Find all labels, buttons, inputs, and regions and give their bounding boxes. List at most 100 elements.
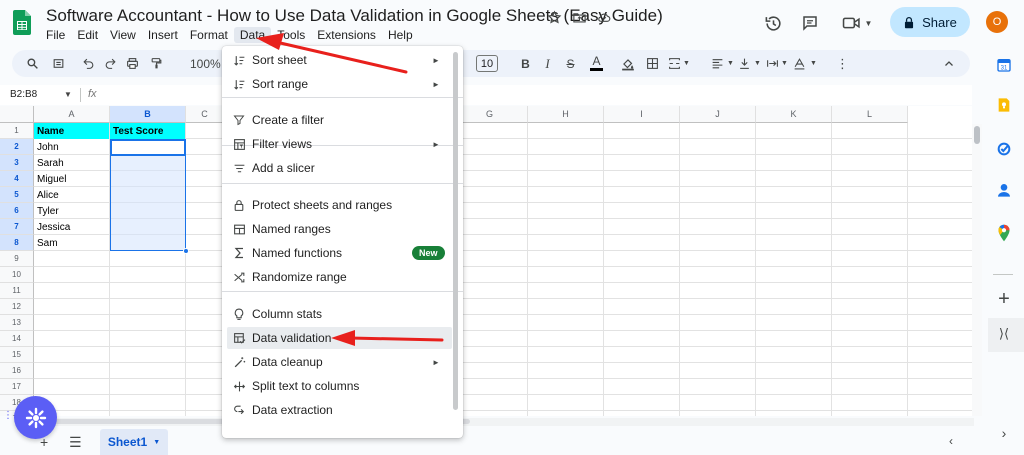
- menu-item-protect-sheets-and-ranges[interactable]: Protect sheets and ranges: [222, 194, 463, 216]
- merge-chevron-icon[interactable]: ▼: [678, 55, 695, 72]
- menu-item-add-a-slicer[interactable]: Add a slicer: [222, 157, 463, 179]
- comments-icon[interactable]: [799, 8, 821, 38]
- row-header-17[interactable]: 17: [0, 379, 34, 395]
- zoom-select[interactable]: 100%: [190, 57, 221, 71]
- italic-icon[interactable]: I: [539, 55, 556, 72]
- menu-item-sort-range[interactable]: Sort range ►: [222, 73, 463, 95]
- text-color-icon[interactable]: A: [588, 55, 605, 72]
- menus-icon[interactable]: [50, 55, 67, 72]
- menu-tools[interactable]: Tools: [271, 27, 311, 43]
- row-header-16[interactable]: 16: [0, 363, 34, 379]
- row-header-1[interactable]: 1: [0, 123, 34, 139]
- menu-item-column-stats[interactable]: Column stats: [222, 303, 463, 325]
- all-sheets-icon[interactable]: ☰: [69, 434, 82, 451]
- share-button[interactable]: Share: [890, 7, 970, 37]
- name-cell[interactable]: Alice: [34, 187, 109, 203]
- paint-format-icon[interactable]: [148, 55, 165, 72]
- borders-icon[interactable]: [644, 55, 661, 72]
- maps-icon[interactable]: [996, 224, 1012, 242]
- name-cell[interactable]: John: [34, 139, 109, 155]
- menu-item-sort-sheet[interactable]: Sort sheet ►: [222, 49, 463, 71]
- sheets-logo-icon[interactable]: [13, 10, 31, 35]
- column-header-h[interactable]: H: [528, 106, 604, 123]
- column-header-a[interactable]: A: [34, 106, 110, 123]
- row-header-10[interactable]: 10: [0, 267, 34, 283]
- menu-file[interactable]: File: [40, 27, 71, 43]
- menu-format[interactable]: Format: [184, 27, 234, 43]
- vertical-scroll-thumb[interactable]: [974, 126, 980, 144]
- history-icon[interactable]: [762, 8, 784, 38]
- font-size-input[interactable]: 10: [476, 55, 498, 72]
- row-header-6[interactable]: 6: [0, 203, 34, 219]
- row-header-8[interactable]: 8: [0, 235, 34, 251]
- bold-icon[interactable]: B: [517, 55, 534, 72]
- add-addon-icon[interactable]: +: [996, 288, 1012, 310]
- name-box-chevron-icon[interactable]: ▼: [64, 90, 72, 99]
- print-icon[interactable]: [124, 55, 141, 72]
- row-header-11[interactable]: 11: [0, 283, 34, 299]
- column-header-b[interactable]: B: [110, 106, 186, 123]
- more-options-icon[interactable]: ⋮: [834, 55, 851, 72]
- keep-icon[interactable]: [996, 97, 1012, 113]
- menu-insert[interactable]: Insert: [142, 27, 184, 43]
- meet-icon[interactable]: ▼: [838, 8, 876, 38]
- active-cell[interactable]: [110, 139, 186, 156]
- column-header-c[interactable]: C: [186, 106, 224, 123]
- row-header-12[interactable]: 12: [0, 299, 34, 315]
- row-header-13[interactable]: 13: [0, 315, 34, 331]
- assistant-fab-button[interactable]: [14, 396, 57, 439]
- menu-item-data-cleanup[interactable]: Data cleanup ►: [222, 351, 463, 373]
- search-icon[interactable]: [24, 55, 41, 72]
- cloud-status-icon[interactable]: [596, 9, 612, 25]
- row-header-3[interactable]: 3: [0, 155, 34, 171]
- row-header-9[interactable]: 9: [0, 251, 34, 267]
- calendar-icon[interactable]: 31: [996, 57, 1012, 73]
- menu-view[interactable]: View: [104, 27, 142, 43]
- column-header-k[interactable]: K: [756, 106, 832, 123]
- sheet-tab[interactable]: Sheet1 ▼: [100, 429, 168, 455]
- star-icon[interactable]: [546, 9, 562, 25]
- column-header-g[interactable]: G: [452, 106, 528, 123]
- name-cell[interactable]: Miguel: [34, 171, 109, 187]
- name-cell[interactable]: Sarah: [34, 155, 109, 171]
- row-header-5[interactable]: 5: [0, 187, 34, 203]
- name-cell[interactable]: Jessica: [34, 219, 109, 235]
- row-header-2[interactable]: 2: [0, 139, 34, 155]
- header-cell[interactable]: Name: [34, 123, 109, 139]
- collapse-toolbar-icon[interactable]: [940, 55, 957, 72]
- avatar[interactable]: O: [986, 11, 1008, 33]
- expand-panel-icon[interactable]: ›: [996, 425, 1012, 441]
- row-header-7[interactable]: 7: [0, 219, 34, 235]
- column-header-l[interactable]: L: [832, 106, 908, 123]
- menu-item-named-ranges[interactable]: Named ranges: [222, 218, 463, 240]
- rotation-chevron-icon[interactable]: ▼: [805, 55, 822, 72]
- tasks-icon[interactable]: [996, 141, 1012, 157]
- strikethrough-icon[interactable]: S: [562, 55, 579, 72]
- menu-item-data-extraction[interactable]: Data extraction: [222, 399, 463, 421]
- menu-data[interactable]: Data: [233, 27, 272, 43]
- menu-item-create-a-filter[interactable]: Create a filter: [222, 109, 463, 131]
- name-cell[interactable]: Sam: [34, 235, 109, 251]
- undo-icon[interactable]: [80, 55, 97, 72]
- menu-item-randomize-range[interactable]: Randomize range: [222, 266, 463, 288]
- header-cell[interactable]: Test Score: [110, 123, 185, 139]
- menu-extensions[interactable]: Extensions: [311, 27, 382, 43]
- fill-handle[interactable]: [183, 248, 189, 254]
- column-header-i[interactable]: I: [604, 106, 680, 123]
- spreadsheet-grid[interactable]: ABCDEFGHIJKL1234567891011121314151617181…: [0, 106, 972, 416]
- menu-item-split-text-to-columns[interactable]: Split text to columns: [222, 375, 463, 397]
- row-header-4[interactable]: 4: [0, 171, 34, 187]
- row-header-14[interactable]: 14: [0, 331, 34, 347]
- sheet-tab-chevron-icon[interactable]: ▼: [153, 439, 160, 446]
- menu-scrollbar[interactable]: [453, 52, 458, 410]
- menu-item-named-functions[interactable]: Named functions New: [222, 242, 463, 264]
- fill-color-icon[interactable]: [619, 55, 636, 72]
- menu-item-data-validation[interactable]: Data validation: [227, 327, 452, 349]
- contacts-icon[interactable]: [996, 182, 1012, 198]
- menu-help[interactable]: Help: [382, 27, 419, 43]
- name-cell[interactable]: Tyler: [34, 203, 109, 219]
- select-all-corner[interactable]: [0, 106, 34, 123]
- column-header-j[interactable]: J: [680, 106, 756, 123]
- move-folder-icon[interactable]: [571, 9, 587, 25]
- redo-icon[interactable]: [102, 55, 119, 72]
